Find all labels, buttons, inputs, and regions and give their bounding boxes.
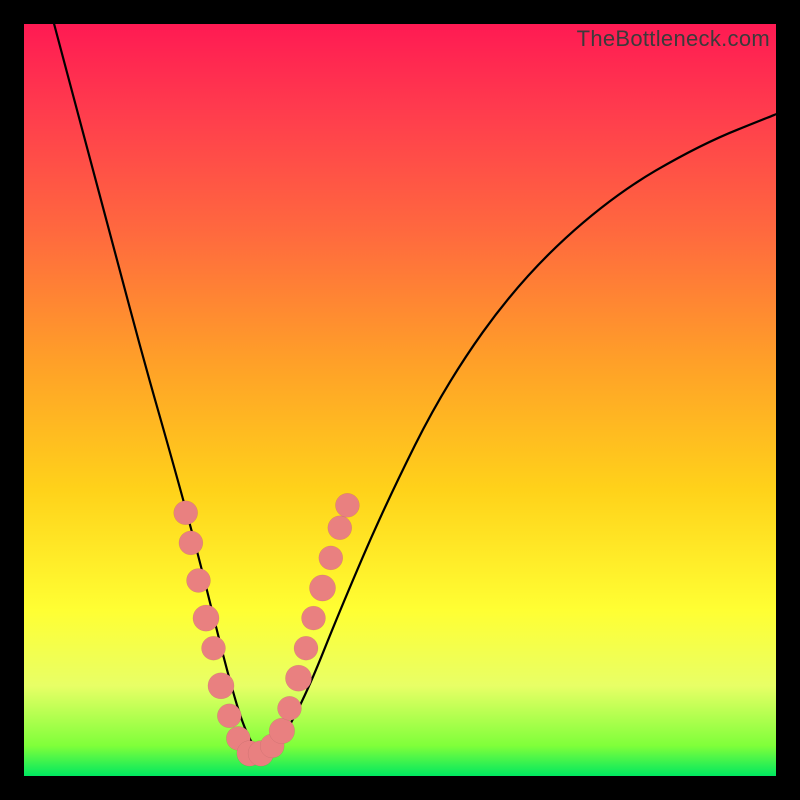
curve-marker: [193, 605, 219, 631]
curve-marker: [335, 493, 359, 517]
curve-marker: [302, 606, 326, 630]
curve-marker: [174, 501, 198, 525]
chart-frame: TheBottleneck.com: [24, 24, 776, 776]
curve-marker: [202, 636, 226, 660]
curve-marker: [217, 704, 241, 728]
curve-marker: [294, 636, 318, 660]
curve-marker: [269, 718, 295, 744]
curve-marker: [208, 673, 234, 699]
curve-marker: [328, 516, 352, 540]
bottleneck-curve: [54, 24, 776, 753]
curve-marker: [319, 546, 343, 570]
curve-marker: [309, 575, 335, 601]
curve-marker: [285, 665, 311, 691]
curve-marker: [179, 531, 203, 555]
chart-overlay: [24, 24, 776, 776]
curve-marker: [187, 569, 211, 593]
curve-marker: [278, 696, 302, 720]
